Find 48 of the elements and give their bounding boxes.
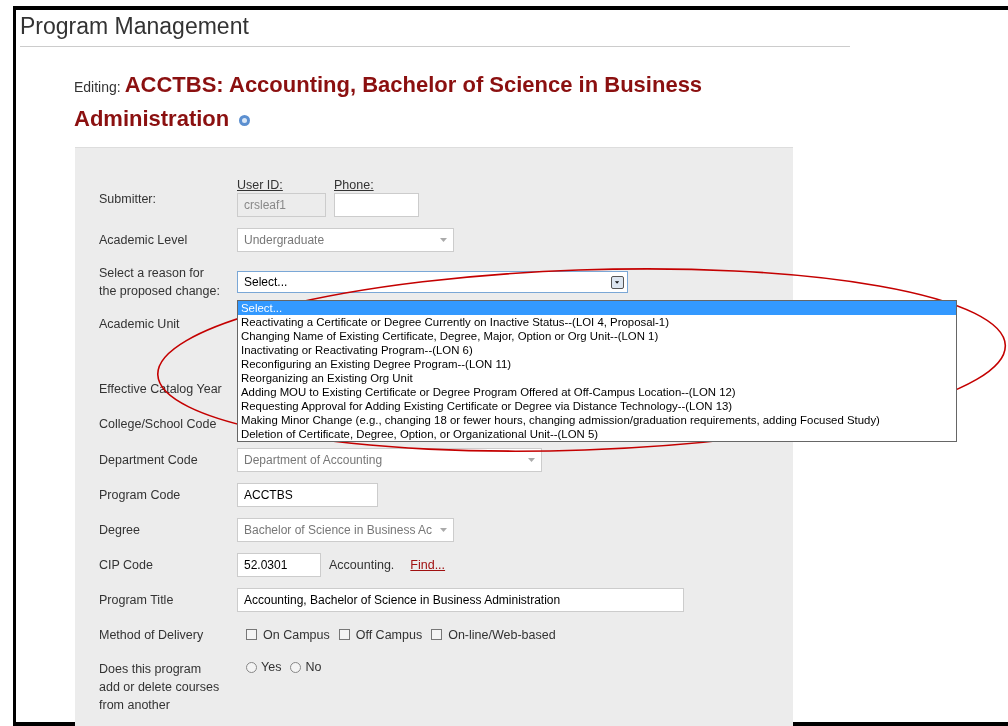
field-label: Select a reason for the proposed change: [99, 265, 221, 300]
editing-label: Editing: [74, 78, 121, 97]
checkbox-label: Off Campus [355, 627, 423, 642]
phone-label: Phone: [334, 178, 375, 192]
field-label: Academic Unit [99, 316, 181, 333]
field-label: Degree [99, 521, 141, 539]
field-label: Academic Level [99, 231, 189, 249]
dropdown-option[interactable]: Changing Name of Existing Certificate, Degree, Major, Option or Org Unit--(LON 1) [238, 329, 956, 343]
dropdown-option[interactable]: Reorganizing an Existing Org Unit [238, 371, 956, 385]
reason-select[interactable]: Select... [237, 271, 628, 293]
dropdown-option[interactable]: Reactivating a Certificate or Degree Currently on Inactive Status--(LOI 4, Proposal-1) [238, 315, 956, 329]
dropdown-option[interactable]: Adding MOU to Existing Certificate or Degree Program Offered at Off-Campus Location--(LON 12) [238, 385, 956, 399]
dropdown-option[interactable]: Reconfiguring an Existing Degree Program--(LON 11) [238, 357, 956, 371]
help-icon[interactable] [239, 115, 251, 126]
text-field[interactable]: ACCTBS [237, 482, 378, 507]
field-label: College/School Code [99, 416, 218, 433]
cip-code-field[interactable]: 52.0301 [237, 552, 321, 577]
dropdown-option[interactable]: Making Minor Change (e.g., changing 18 or fewer hours, changing admission/graduation requirements, adding Focused Study) [238, 413, 956, 427]
dropdown-option[interactable]: Requesting Approval for Adding Existing Certificate or Degree via Distance Technology--(LON 13) [238, 399, 956, 413]
user-id-label: User ID: [237, 178, 284, 192]
checkbox[interactable] [246, 629, 257, 640]
checkbox-label: On Campus [263, 627, 330, 642]
field-label: CIP Code [99, 556, 154, 574]
caret-icon [528, 457, 535, 462]
field-label: Submitter: [99, 190, 157, 208]
field-label: Department Code [99, 451, 199, 469]
dropdown-option[interactable]: Inactivating or Reactivating Program--(LON 6) [238, 343, 956, 357]
field-label: Method of Delivery [99, 626, 205, 644]
page-title: Program Management [20, 13, 249, 40]
field-label: Program Title [99, 591, 175, 609]
caret-icon [440, 237, 447, 242]
program-heading: ACCTBS: Accounting, Bachelor of Science in Business [124, 71, 703, 99]
cip-description: Accounting. [329, 557, 395, 572]
caret-icon [440, 527, 447, 532]
text-field[interactable]: Accounting, Bachelor of Science in Business Administration [237, 587, 684, 612]
find-link[interactable]: Find... [410, 557, 446, 572]
radio-button[interactable] [290, 661, 302, 673]
radio-button[interactable] [246, 661, 257, 673]
radio-label: No [305, 660, 322, 674]
checkbox[interactable] [338, 629, 350, 640]
dropdown-option[interactable]: Deletion of Certificate, Degree, Option, or Organizational Unit--(LON 5) [238, 427, 956, 441]
field-label: Does this program add or delete courses from another [99, 661, 221, 714]
checkbox-label: On-line/Web-based [448, 627, 556, 642]
field-label: Program Code [99, 486, 182, 504]
program-heading: Administration [74, 105, 230, 133]
phone-field[interactable] [334, 193, 419, 217]
checkbox[interactable] [431, 629, 443, 640]
radio-label: Yes [261, 660, 282, 674]
